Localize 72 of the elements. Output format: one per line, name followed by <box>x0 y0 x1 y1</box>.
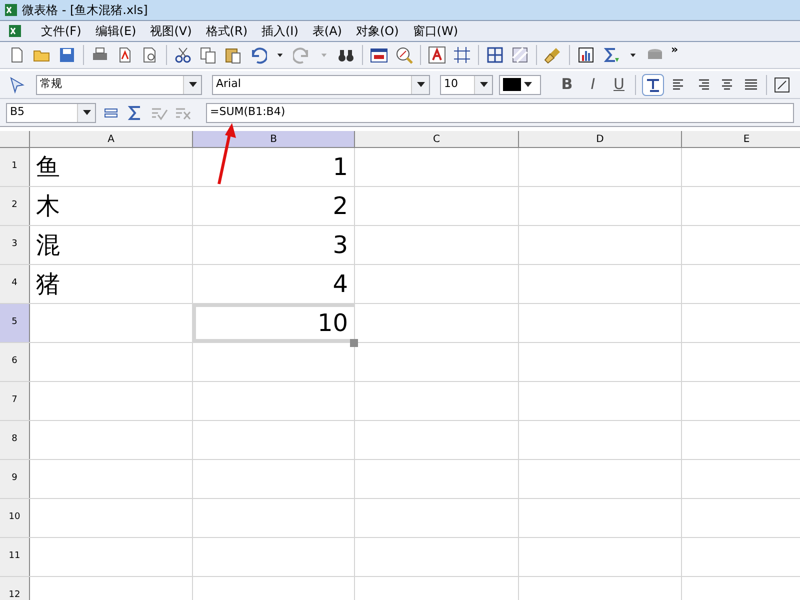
menu-item[interactable]: 格式(R) <box>198 22 254 40</box>
percent-format-icon[interactable] <box>773 76 791 94</box>
row-header[interactable]: 8 <box>0 421 30 459</box>
font-color-picker[interactable] <box>499 74 541 94</box>
borders-icon[interactable] <box>486 46 504 64</box>
row-header[interactable]: 6 <box>0 343 30 381</box>
select-all-corner[interactable] <box>0 131 30 147</box>
table-cell: 混 <box>30 226 193 264</box>
menu-item[interactable]: 插入(I) <box>254 22 306 40</box>
row-header[interactable]: 7 <box>0 382 30 420</box>
font-dropdown[interactable]: Arial <box>212 74 430 94</box>
column-header[interactable]: A <box>30 131 193 147</box>
more-tools-chevron[interactable]: » <box>671 42 678 58</box>
dropdown-arrow-icon <box>416 82 424 87</box>
row-header[interactable]: 2 <box>0 187 30 225</box>
save-icon[interactable] <box>58 46 76 64</box>
dropdown-arrow-icon <box>82 110 90 115</box>
column-header[interactable]: E <box>682 131 800 147</box>
font-size-dropdown[interactable]: 10 <box>440 74 493 94</box>
scissors-icon[interactable] <box>174 46 192 64</box>
format-button[interactable]: U <box>609 74 629 94</box>
table-cell: 猪 <box>30 265 193 303</box>
dropdown-arrow-icon <box>524 82 532 87</box>
chart-icon[interactable] <box>577 46 595 64</box>
row-header[interactable]: 9 <box>0 460 30 498</box>
color-swatch <box>503 78 521 91</box>
dropdown-arrow-icon <box>188 82 196 87</box>
menu-item[interactable]: 对象(O) <box>348 22 406 40</box>
grid-lines-icon[interactable] <box>453 46 471 64</box>
fill-handle[interactable] <box>350 339 358 347</box>
menu-item[interactable]: 窗口(W) <box>406 22 466 40</box>
sum-icon[interactable] <box>602 46 620 64</box>
font-color-icon[interactable] <box>428 46 446 64</box>
percent-zoom-icon[interactable] <box>395 46 413 64</box>
menu-item[interactable]: 表(A) <box>305 22 349 40</box>
cell-name-box[interactable]: B5 <box>6 102 96 122</box>
copy-icon[interactable] <box>199 46 217 64</box>
format-button[interactable]: B <box>557 74 577 94</box>
row-header[interactable]: 10 <box>0 499 30 537</box>
hatch-pattern-icon[interactable] <box>511 46 529 64</box>
pointer-arrow-icon[interactable] <box>8 76 26 94</box>
undo-icon[interactable] <box>249 46 267 64</box>
table-cell: 鱼 <box>30 148 193 186</box>
window-title: 微表格 - [鱼木混猪.xls] <box>22 2 148 19</box>
column-header[interactable]: D <box>519 131 682 147</box>
row-header[interactable]: 1 <box>0 148 30 186</box>
table-cell: 2 <box>193 187 355 225</box>
row-header[interactable]: 3 <box>0 226 30 264</box>
table-cell: 木 <box>30 187 193 225</box>
table-cell: 3 <box>193 226 355 264</box>
table-cell: 4 <box>193 265 355 303</box>
brush-icon[interactable] <box>544 46 562 64</box>
menu-item[interactable]: 视图(V) <box>143 22 199 40</box>
zoom-ratio-icon[interactable] <box>370 46 388 64</box>
annotation-arrow <box>215 122 237 186</box>
column-header[interactable]: C <box>355 131 519 147</box>
table-cell: 1 <box>193 148 355 186</box>
row-header[interactable]: 5 <box>0 304 30 342</box>
app-logo-icon <box>4 3 18 17</box>
format-button[interactable]: I <box>583 74 603 94</box>
paste-icon[interactable] <box>224 46 242 64</box>
row-header[interactable]: 4 <box>0 265 30 303</box>
dropdown-arrow-icon <box>480 82 488 87</box>
app-logo-icon <box>8 24 22 38</box>
row-header[interactable]: 12 <box>0 577 30 600</box>
column-header[interactable]: B <box>193 131 355 147</box>
row-header[interactable]: 11 <box>0 538 30 576</box>
menu-item[interactable]: 编辑(E) <box>88 22 144 40</box>
formula-input[interactable]: =SUM(B1:B4) <box>206 102 794 122</box>
table-cell[interactable]: 10 <box>193 304 355 342</box>
style-dropdown[interactable]: 常规 <box>36 74 202 94</box>
menu-item[interactable]: 文件(F) <box>34 22 88 40</box>
